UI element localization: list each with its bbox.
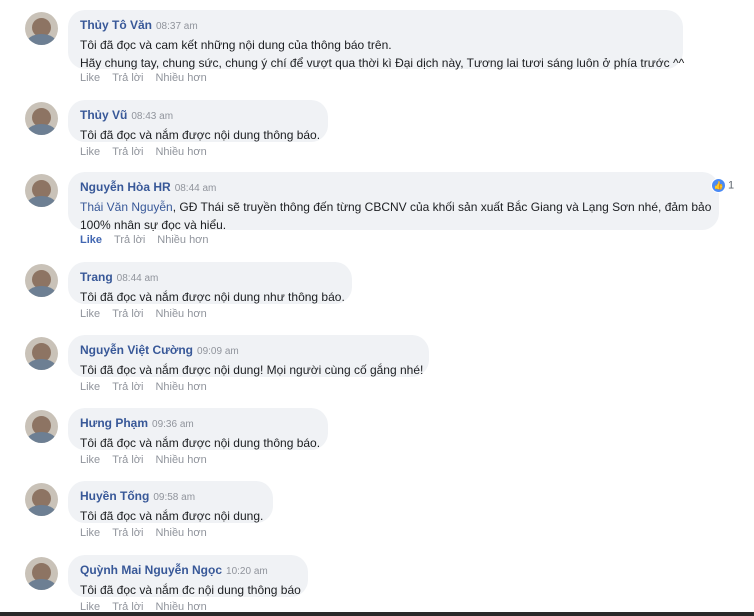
reply-button[interactable]: Trả lời bbox=[112, 381, 143, 393]
comment-time[interactable]: 08:44 am bbox=[117, 273, 159, 284]
comment-bubble: Huyền Tống 09:58 am Tôi đã đọc và nắm đượ… bbox=[68, 481, 273, 523]
more-button[interactable]: Nhiều hơn bbox=[155, 146, 206, 158]
comment-actions: Like Trả lời Nhiều hơn bbox=[80, 234, 221, 246]
comment-author[interactable]: Hưng Phạm bbox=[80, 416, 148, 430]
comment-author[interactable]: Trang bbox=[80, 270, 113, 284]
comment-actions: Like Trả lời Nhiều hơn bbox=[80, 381, 219, 393]
comment-text: Thái Văn Nguyễn, GĐ Thái sẽ truyền thông… bbox=[80, 198, 711, 216]
reply-button[interactable]: Trả lời bbox=[112, 72, 143, 84]
reply-button[interactable]: Trả lời bbox=[112, 454, 143, 466]
avatar[interactable] bbox=[25, 264, 58, 297]
comment-bubble: Quỳnh Mai Nguyễn Ngọc 10:20 am Tôi đã đọc… bbox=[68, 555, 308, 597]
comment-text-rest: , GĐ Thái sẽ truyền thông đến từng CBCNV… bbox=[172, 200, 712, 214]
comment-text: Tôi đã đọc và cam kết những nội dung của… bbox=[80, 38, 392, 52]
comment-author[interactable]: Thủy Tô Văn bbox=[80, 18, 152, 32]
avatar[interactable] bbox=[25, 12, 58, 45]
comment-actions: Like Trả lời Nhiều hơn bbox=[80, 72, 219, 84]
like-button[interactable]: Like bbox=[80, 454, 100, 466]
more-button[interactable]: Nhiều hơn bbox=[155, 381, 206, 393]
avatar[interactable] bbox=[25, 557, 58, 590]
comment-author[interactable]: Nguyễn Hòa HR bbox=[80, 180, 171, 194]
reply-button[interactable]: Trả lời bbox=[114, 234, 145, 246]
comment-bubble: Nguyễn Việt Cường 09:09 am Tôi đã đọc và … bbox=[68, 335, 429, 377]
comment-text: Hãy chung tay, chung sức, chung ý chí để… bbox=[80, 56, 685, 70]
comment-bubble: Nguyễn Hòa HR 08:44 am Thái Văn Nguyễn, G… bbox=[68, 172, 719, 232]
more-button[interactable]: Nhiều hơn bbox=[157, 234, 208, 246]
like-button[interactable]: Like bbox=[80, 527, 100, 539]
comment-text: Tôi đã đọc và nắm được nội dung! Mọi ngư… bbox=[80, 363, 424, 377]
reply-button[interactable]: Trả lời bbox=[112, 146, 143, 158]
reaction-summary[interactable]: 👍 1 bbox=[712, 179, 734, 192]
mention-link[interactable]: Thái Văn Nguyễn bbox=[80, 200, 173, 214]
avatar[interactable] bbox=[25, 410, 58, 443]
avatar[interactable] bbox=[25, 483, 58, 516]
comment-time[interactable]: 09:36 am bbox=[152, 419, 194, 430]
comment-text: Tôi đã đọc và nắm đc nội dung thông báo bbox=[80, 583, 301, 597]
comment-bubble: Thủy Tô Văn 08:37 am Tôi đã đọc và cam kế… bbox=[68, 10, 685, 70]
comment-time[interactable]: 09:09 am bbox=[197, 346, 239, 357]
comment-text: Tôi đã đọc và nắm được nội dung. bbox=[80, 509, 264, 523]
bottom-divider bbox=[0, 612, 754, 616]
comment-time[interactable]: 08:37 am bbox=[156, 21, 198, 32]
comment-bubble: Thủy Vũ 08:43 am Tôi đã đọc và nắm được n… bbox=[68, 100, 328, 142]
reply-button[interactable]: Trả lời bbox=[112, 308, 143, 320]
comment-text: Tôi đã đọc và nắm được nội dung thông bá… bbox=[80, 436, 321, 450]
comment-time[interactable]: 08:44 am bbox=[175, 183, 217, 194]
comment-author[interactable]: Quỳnh Mai Nguyễn Ngọc bbox=[80, 563, 222, 577]
more-button[interactable]: Nhiều hơn bbox=[155, 72, 206, 84]
comment-author[interactable]: Nguyễn Việt Cường bbox=[80, 343, 193, 357]
like-button[interactable]: Like bbox=[80, 308, 100, 320]
like-button[interactable]: Like bbox=[80, 146, 100, 158]
reply-button[interactable]: Trả lời bbox=[112, 527, 143, 539]
comment-text: Tôi đã đọc và nắm được nội dung như thôn… bbox=[80, 290, 345, 304]
comment-author[interactable]: Thủy Vũ bbox=[80, 108, 127, 122]
comment-text: Tôi đã đọc và nắm được nội dung thông bá… bbox=[80, 128, 321, 142]
more-button[interactable]: Nhiều hơn bbox=[155, 454, 206, 466]
comment-actions: Like Trả lời Nhiều hơn bbox=[80, 454, 219, 466]
more-button[interactable]: Nhiều hơn bbox=[155, 527, 206, 539]
like-button[interactable]: Like bbox=[80, 381, 100, 393]
like-button[interactable]: Like bbox=[80, 234, 102, 246]
comment-actions: Like Trả lời Nhiều hơn bbox=[80, 527, 219, 539]
comment-bubble: Trang 08:44 am Tôi đã đọc và nắm được nội… bbox=[68, 262, 352, 304]
avatar[interactable] bbox=[25, 174, 58, 207]
comment-bubble: Hưng Phạm 09:36 am Tôi đã đọc và nắm được… bbox=[68, 408, 328, 450]
comment-time[interactable]: 10:20 am bbox=[226, 566, 268, 577]
comment-text: 100% nhân sự đọc và hiểu. bbox=[80, 218, 227, 232]
comment-time[interactable]: 09:58 am bbox=[153, 492, 195, 503]
avatar[interactable] bbox=[25, 337, 58, 370]
comment-actions: Like Trả lời Nhiều hơn bbox=[80, 308, 219, 320]
comment-actions: Like Trả lời Nhiều hơn bbox=[80, 146, 219, 158]
more-button[interactable]: Nhiều hơn bbox=[155, 308, 206, 320]
reaction-count: 1 bbox=[728, 179, 735, 192]
avatar[interactable] bbox=[25, 102, 58, 135]
comment-time[interactable]: 08:43 am bbox=[131, 111, 173, 122]
comment-author[interactable]: Huyền Tống bbox=[80, 489, 149, 503]
like-button[interactable]: Like bbox=[80, 72, 100, 84]
thumbs-up-icon: 👍 bbox=[712, 179, 725, 192]
